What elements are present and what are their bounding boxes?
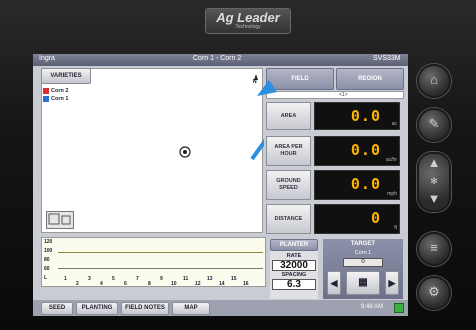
- clock: 9:48 AM: [361, 304, 384, 310]
- spacing-value: 6.3: [272, 279, 316, 290]
- spacing-label: SPACING: [281, 272, 307, 278]
- x-tick-label: 1: [64, 276, 67, 282]
- x-tick-label: 7: [136, 276, 139, 282]
- device-bezel: Ag Leader Technology ⌂ ✎ ▲ ✻ ▼ ≡ ⚙ Ingra…: [0, 0, 476, 330]
- target-keypad-button[interactable]: ▦: [346, 271, 380, 295]
- distance-value: 0: [370, 209, 381, 227]
- home-hardware-button[interactable]: ⌂: [417, 64, 451, 98]
- target-title: TARGET: [350, 241, 376, 247]
- vehicle-position-icon: [179, 146, 191, 158]
- x-tick-label: 13: [207, 276, 213, 282]
- target-product-name: Corn 1: [354, 250, 372, 256]
- zoom-icon: [48, 213, 71, 225]
- y-tick-label: 120: [44, 239, 53, 245]
- page-title: Corn 1 - Corn 2: [193, 55, 242, 62]
- area-per-hour-label: AREA PER HOUR: [266, 136, 311, 166]
- x-tick-label: 8: [148, 281, 151, 287]
- target-value: 0: [343, 258, 383, 267]
- rate-panel: PLANTER RATE 32000 SPACING 6.3: [270, 239, 318, 299]
- tab-map[interactable]: MAP: [172, 302, 210, 315]
- x-tick-label: 11: [183, 276, 189, 282]
- zoom-extents-button[interactable]: [46, 211, 74, 229]
- tools-hardware-button[interactable]: ✎: [417, 108, 451, 142]
- ground-speed-label: GROUND SPEED: [266, 170, 311, 200]
- ground-speed-value: 0.0: [350, 175, 381, 193]
- field-sub-label: <1>: [266, 91, 404, 99]
- area-per-hour-display: 0.0 ac/hr: [314, 136, 400, 166]
- x-tick-label: 10: [171, 281, 177, 287]
- x-tick-label: 15: [231, 276, 237, 282]
- row-population-graph: 120 100 80 60 L 1 2 3 4 5 6 7 8 9 10 11 …: [41, 237, 266, 287]
- brand-name: Ag Leader: [216, 10, 280, 25]
- x-tick-label: 5: [112, 276, 115, 282]
- x-tick-label: 14: [219, 281, 225, 287]
- operator-label: Ingra: [39, 55, 55, 62]
- varieties-button[interactable]: VARIETIES: [41, 68, 91, 84]
- population-line: [58, 252, 263, 253]
- distance-label: DISTANCE: [266, 204, 311, 234]
- title-bar: Ingra Corn 1 - Corn 2 SVS33M: [33, 54, 408, 66]
- y-tick-label: 100: [44, 248, 53, 254]
- bottom-tab-bar: SEED PLANTING FIELD NOTES MAP 9:48 AM: [33, 300, 408, 316]
- arrow-rocker[interactable]: ▲ ✻ ▼: [417, 152, 451, 212]
- status-indicator-icon: [394, 303, 404, 313]
- map-view[interactable]: Corn 2 Corn 1 N: [41, 68, 264, 233]
- target-panel: TARGET Corn 1 0 ◀ ▦ ▶: [323, 239, 403, 299]
- area-per-hour-value: 0.0: [350, 141, 381, 159]
- target-increase-button[interactable]: ▶: [385, 271, 399, 295]
- arrow-center-icon: ✻: [430, 176, 438, 186]
- arrow-right-icon: ▶: [388, 278, 396, 288]
- rate-value: 32000: [272, 260, 316, 271]
- area-value: 0.0: [350, 107, 381, 125]
- target-decrease-button[interactable]: ◀: [327, 271, 341, 295]
- x-tick-label: 2: [76, 281, 79, 287]
- y-tick-label: 60: [44, 266, 50, 272]
- x-tick-label: 6: [124, 281, 127, 287]
- arrow-down-icon[interactable]: ▼: [419, 190, 449, 208]
- y-tick-label: 80: [44, 257, 50, 263]
- tab-field-notes[interactable]: FIELD NOTES: [121, 302, 169, 315]
- brand-logo: Ag Leader Technology: [205, 8, 291, 34]
- menu-hardware-button[interactable]: ≡: [417, 232, 451, 266]
- x-tick-label: 12: [195, 281, 201, 287]
- x-tick-label: 4: [100, 281, 103, 287]
- brand-sub: Technology: [235, 24, 261, 30]
- log-hardware-button[interactable]: ⚙: [417, 276, 451, 310]
- graph-baseline: [58, 268, 263, 269]
- display-screen: Ingra Corn 1 - Corn 2 SVS33M VARIETIES F…: [33, 54, 408, 316]
- ground-speed-unit: mph: [387, 191, 397, 197]
- system-label: SVS33M: [373, 55, 401, 62]
- x-tick-label: 9: [160, 276, 163, 282]
- map-overlay: [179, 74, 264, 161]
- area-display: 0.0 ac: [314, 102, 400, 130]
- keypad-icon: ▦: [358, 277, 368, 288]
- rate-label: RATE: [286, 253, 302, 259]
- arrow-up-icon[interactable]: ▲: [419, 154, 449, 172]
- region-button[interactable]: REGION: [336, 68, 404, 90]
- tab-planting[interactable]: PLANTING: [76, 302, 118, 315]
- x-tick-label: 16: [243, 281, 249, 287]
- tab-seed[interactable]: SEED: [41, 302, 73, 315]
- area-label: AREA: [266, 102, 311, 130]
- area-unit: ac: [391, 121, 397, 127]
- x-tick-label: 3: [88, 276, 91, 282]
- planter-button[interactable]: PLANTER: [270, 239, 318, 251]
- distance-display: 0 ft: [314, 204, 400, 234]
- arrow-left-icon: ◀: [330, 278, 338, 288]
- ground-speed-display: 0.0 mph: [314, 170, 400, 200]
- distance-unit: ft: [394, 225, 397, 231]
- area-per-hour-unit: ac/hr: [385, 157, 397, 163]
- y-tick-label: L: [44, 275, 48, 281]
